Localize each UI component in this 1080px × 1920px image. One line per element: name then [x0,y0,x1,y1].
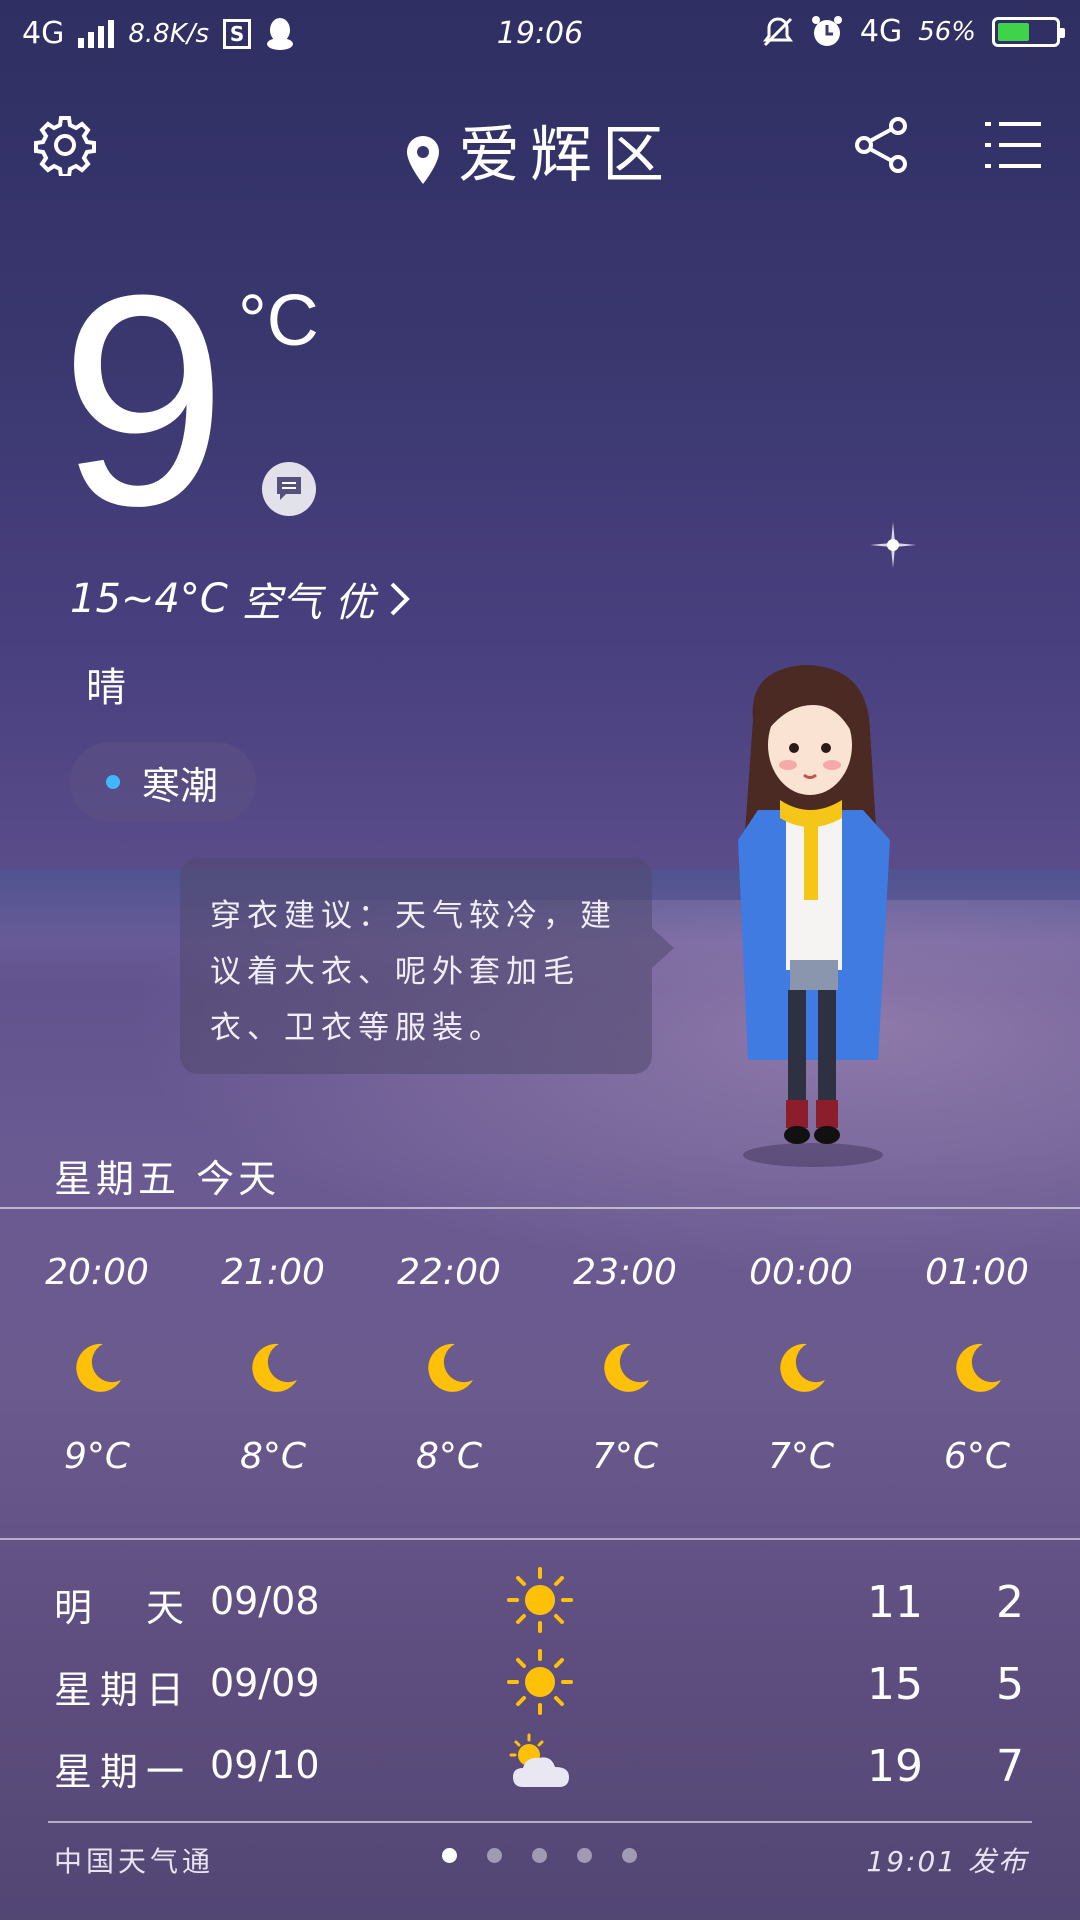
alarm-icon [811,15,842,46]
hour-time: 00:00 [749,1252,853,1293]
forecast-row[interactable]: 明 天 09/08 11 2 [0,1565,1080,1647]
forecast-date: 09/10 [210,1743,320,1787]
moon-icon [10,1328,184,1408]
page-dot[interactable] [442,1848,457,1863]
status-bar: 4G 8.8K/s S 19:06 4G 56% [0,0,1080,72]
message-button[interactable] [262,462,316,516]
hour-time: 22:00 [397,1252,501,1293]
sun-icon [507,1649,573,1715]
forecast-low: 5 [996,1659,1024,1710]
page-dot[interactable] [577,1848,592,1863]
city-name: 爱辉区 [457,118,674,191]
battery-icon [992,16,1065,47]
forecast-low: 7 [996,1741,1024,1792]
footer: 中国天气通 19:01 发布 [0,1826,1080,1886]
hour-item: 23:00 7°C [538,1252,712,1502]
moon-icon [890,1328,1064,1408]
forecast-date: 09/08 [210,1579,320,1623]
divider [0,1207,1080,1209]
hour-temp: 6°C [943,1436,1011,1477]
hour-time: 21:00 [221,1252,325,1293]
hour-temp: 9°C [63,1436,131,1477]
location-pin-icon [406,135,439,184]
moon-icon [186,1328,360,1408]
sun-icon [507,1567,573,1633]
share-button[interactable] [846,110,916,180]
hour-temp: 8°C [239,1436,307,1477]
weather-condition: 晴 [86,665,126,711]
forecast-date: 09/09 [210,1661,320,1705]
publish-time: 19:01 发布 [866,1845,1028,1878]
moon-icon [538,1328,712,1408]
alert-dot [106,775,120,789]
air-quality: 空气 优 [241,580,375,626]
data-source: 中国天气通 [54,1845,215,1878]
moon-icon [362,1328,536,1408]
hour-time: 23:00 [573,1252,677,1293]
share-icon [855,117,907,173]
page-dot[interactable] [622,1848,637,1863]
city-selector[interactable]: 爱辉区 [0,104,1080,194]
clothing-advice-bubble: 穿衣建议：天气较冷，建议着大衣、呢外套加毛衣、卫衣等服装。 [180,858,674,1074]
today-label: 星期五 今天 [54,1157,281,1201]
temperature-unit: °C [238,281,319,361]
hour-item: 20:00 9°C [10,1252,184,1502]
current-temperature: 9 [60,232,227,568]
divider [0,1538,1080,1540]
temp-range-air-quality[interactable]: 15~4°C 空气 优 [70,570,411,628]
hour-temp: 8°C [415,1436,483,1477]
network-type-right: 4G [859,14,903,49]
hour-item: 01:00 6°C [890,1252,1064,1502]
hour-time: 20:00 [45,1252,149,1293]
header: 爱辉区 [0,80,1080,210]
hour-temp: 7°C [767,1436,835,1477]
forecast-day: 星期一 [54,1750,193,1794]
forecast-row[interactable]: 星期一 09/10 19 7 [0,1729,1080,1811]
hour-time: 01:00 [925,1252,1029,1293]
mute-bell-icon [762,16,793,46]
hour-item: 21:00 8°C [186,1252,360,1502]
clothing-advice-text: 穿衣建议：天气较冷，建议着大衣、呢外套加毛衣、卫衣等服装。 [210,898,617,1046]
forecast-row[interactable]: 星期日 09/09 15 5 [0,1647,1080,1729]
hour-item: 22:00 8°C [362,1252,536,1502]
menu-icon [985,122,1041,168]
forecast-day: 明 天 [54,1586,193,1630]
daily-forecast[interactable]: 明 天 09/08 11 2 星期日 09/09 15 5 星期一 09/10 … [0,1565,1080,1811]
forecast-high: 19 [867,1741,923,1792]
moon-icon [714,1328,888,1408]
forecast-low: 2 [996,1577,1024,1628]
battery-percent: 56% [918,16,976,47]
sparkle-star [870,522,916,568]
page-dot[interactable] [487,1848,502,1863]
hour-temp: 7°C [591,1436,659,1477]
weather-alert-chip[interactable]: 寒潮 [70,742,256,822]
partly-cloudy-icon [509,1733,569,1787]
page-dot[interactable] [532,1848,547,1863]
character-illustration [738,665,890,1167]
forecast-high: 15 [867,1659,923,1710]
page-indicator[interactable] [442,1848,637,1863]
hourly-forecast[interactable]: 20:00 9°C 21:00 8°C 22:00 8°C 23:00 7°C … [0,1252,1080,1502]
divider [48,1821,1032,1823]
alert-label: 寒潮 [142,763,219,808]
chevron-right-icon [390,582,410,616]
temp-range: 15~4°C [70,576,228,622]
menu-button[interactable] [978,110,1048,180]
forecast-day: 星期日 [54,1668,193,1712]
chat-icon [277,477,301,500]
forecast-high: 11 [867,1577,923,1628]
hour-item: 00:00 7°C [714,1252,888,1502]
